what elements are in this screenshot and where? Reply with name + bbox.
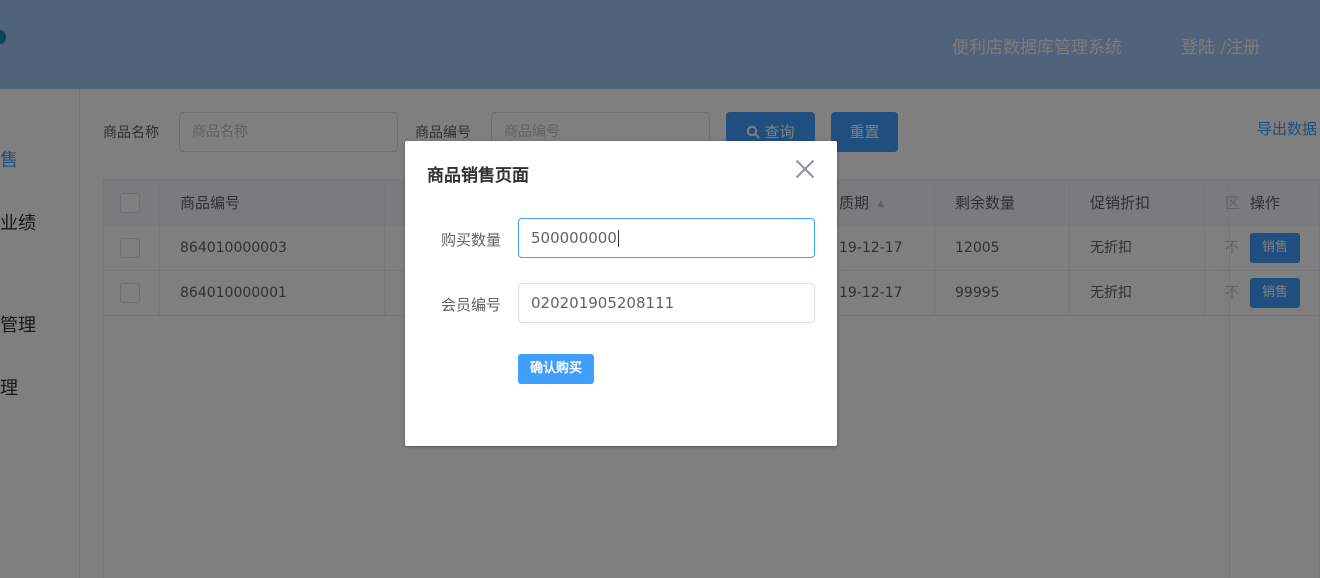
text-caret	[617, 230, 619, 247]
confirm-purchase-button[interactable]: 确认购买	[518, 354, 594, 384]
close-icon[interactable]	[793, 157, 817, 181]
member-id-input[interactable]: 020201905208111	[518, 283, 815, 323]
member-id-value: 020201905208111	[531, 294, 675, 312]
dialog-title: 商品销售页面	[427, 166, 529, 186]
quantity-value: 500000000	[531, 229, 617, 247]
member-id-label: 会员编号	[441, 296, 502, 314]
product-sale-dialog: 商品销售页面 购买数量 500000000 会员编号 0202019052081…	[405, 141, 837, 446]
quantity-label: 购买数量	[441, 231, 502, 249]
quantity-input[interactable]: 500000000	[518, 218, 815, 258]
